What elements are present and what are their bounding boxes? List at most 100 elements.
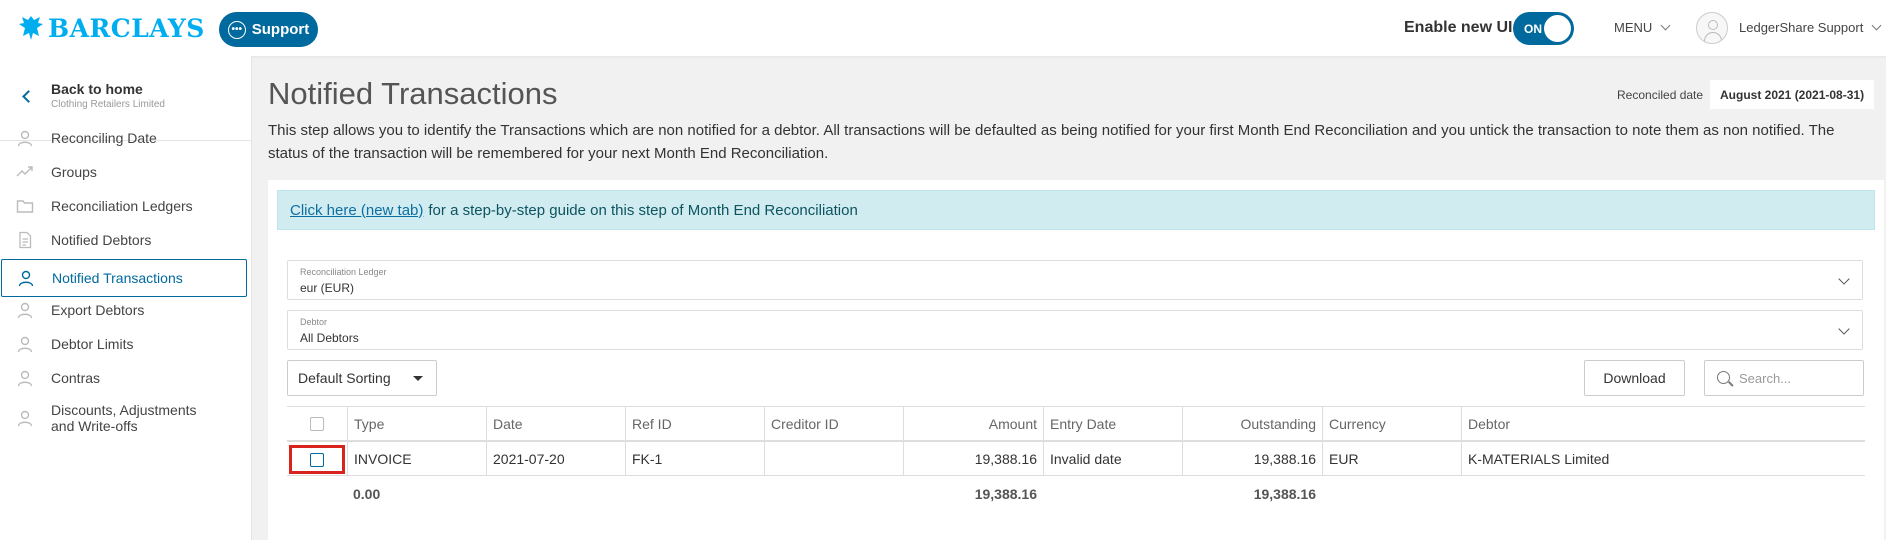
checkbox-highlight (289, 445, 345, 474)
select-all-checkbox[interactable] (310, 416, 324, 431)
cell-entry-date: Invalid date (1043, 442, 1182, 475)
sidebar-item-label: Debtor Limits (51, 336, 134, 352)
top-header: BARCLAYS ••• Support Enable new UI ON ME… (0, 0, 1886, 56)
search-input[interactable] (1739, 369, 1857, 387)
user-icon (18, 270, 34, 287)
caret-down-icon (413, 376, 423, 381)
column-header-amount[interactable]: Amount (903, 407, 1043, 440)
user-icon (17, 336, 33, 353)
chevron-left-icon (22, 90, 35, 103)
reconciled-date-value: August 2021 (2021-08-31) (1710, 80, 1875, 109)
sidebar-item-reconciling-date[interactable]: Reconciling Date (0, 119, 252, 157)
sidebar-item-label: Export Debtors (51, 302, 145, 318)
table-totals-row: 0.00 19,388.16 19,388.16 (287, 476, 1865, 512)
page-title: Notified Transactions (268, 76, 558, 111)
support-button[interactable]: ••• Support (219, 12, 318, 47)
folder-icon (16, 200, 34, 213)
cell-ref-id: FK-1 (625, 442, 764, 475)
cell-type: INVOICE (347, 442, 486, 475)
sidebar-item-groups[interactable]: Groups (0, 153, 252, 191)
sidebar-item-notified-debtors[interactable]: Notified Debtors (0, 221, 252, 259)
sidebar-item-reconciliation-ledgers[interactable]: Reconciliation Ledgers (0, 187, 252, 225)
user-name: LedgerShare Support (1739, 20, 1864, 35)
user-icon (17, 302, 33, 319)
debtor-select-value: All Debtors (300, 331, 359, 345)
support-label: Support (251, 21, 310, 38)
cell-debtor: K-MATERIALS Limited (1461, 442, 1865, 475)
cell-creditor-id (764, 442, 903, 475)
ledger-select-label: Reconciliation Ledger (300, 267, 387, 277)
ledger-select-value: eur (EUR) (300, 281, 355, 295)
table-header-row: Type Date Ref ID Creditor ID Amount Entr… (287, 406, 1865, 442)
sidebar-item-label: Groups (51, 164, 97, 180)
column-header-date[interactable]: Date (486, 407, 625, 440)
new-ui-toggle[interactable]: ON (1513, 12, 1574, 45)
download-button[interactable]: Download (1584, 360, 1685, 396)
cell-currency: EUR (1322, 442, 1461, 475)
sidebar-item-label: Discounts, Adjustments and Write-offs (51, 402, 197, 434)
enable-new-ui-label: Enable new UI (1404, 19, 1513, 36)
guide-link[interactable]: Click here (new tab) (290, 202, 423, 219)
column-header-debtor[interactable]: Debtor (1461, 407, 1865, 440)
column-header-entry-date[interactable]: Entry Date (1043, 407, 1182, 440)
transactions-card: Click here (new tab) for a step-by-step … (268, 180, 1884, 540)
sidebar-item-label: Notified Debtors (51, 232, 152, 248)
sidebar-item-label: Notified Transactions (52, 270, 183, 286)
menu-dropdown[interactable]: MENU (1614, 20, 1671, 35)
sorting-dropdown[interactable]: Default Sorting (287, 360, 437, 396)
column-header-currency[interactable]: Currency (1322, 407, 1461, 440)
sidebar-item-label: Reconciliation Ledgers (51, 198, 193, 214)
sidebar-item-label: Reconciling Date (51, 130, 157, 146)
user-icon (17, 370, 33, 387)
select-all-cell (287, 407, 347, 440)
trend-icon (16, 166, 33, 177)
guide-text: for a step-by-step guide on this step of… (428, 201, 858, 219)
row-select-cell (287, 442, 347, 475)
sidebar-item-label: Contras (51, 370, 101, 386)
toggle-state-label: ON (1524, 22, 1542, 36)
user-menu[interactable]: LedgerShare Support (1739, 20, 1882, 35)
chevron-down-icon (1871, 20, 1882, 31)
reconciled-date-label: Reconciled date (1617, 88, 1704, 102)
cell-amount: 19,388.16 (903, 442, 1043, 475)
sidebar-item-export-debtors[interactable]: Export Debtors (0, 291, 252, 329)
chat-icon: ••• (227, 20, 246, 39)
sidebar-item-discounts[interactable]: Discounts, Adjustments and Write-offs (0, 399, 252, 437)
debtor-select[interactable]: Debtor All Debtors (287, 310, 1863, 350)
column-header-creditor-id[interactable]: Creditor ID (764, 407, 903, 440)
search-icon (1717, 371, 1730, 384)
user-avatar-icon (1708, 20, 1718, 30)
barclays-logo[interactable]: BARCLAYS (18, 12, 205, 44)
guide-alert: Click here (new tab) for a step-by-step … (277, 190, 1875, 230)
eagle-icon (19, 16, 43, 40)
sidebar: Back to home Clothing Retailers Limited … (0, 56, 252, 540)
column-header-type[interactable]: Type (347, 407, 486, 440)
user-icon (17, 410, 33, 427)
chevron-down-icon (1838, 323, 1850, 335)
reconciliation-ledger-select[interactable]: Reconciliation Ledger eur (EUR) (287, 260, 1863, 300)
page-description: This step allows you to identify the Tra… (268, 122, 1835, 162)
sidebar-item-debtor-limits[interactable]: Debtor Limits (0, 325, 252, 363)
debtor-select-label: Debtor (300, 317, 328, 327)
row-checkbox[interactable] (310, 452, 324, 467)
table-row: INVOICE 2021-07-20 FK-1 19,388.16 Invali… (287, 442, 1865, 476)
chevron-down-icon (1838, 273, 1850, 285)
column-header-ref-id[interactable]: Ref ID (625, 407, 764, 440)
sorting-label: Default Sorting (298, 370, 391, 386)
cell-date: 2021-07-20 (486, 442, 625, 475)
column-header-outstanding[interactable]: Outstanding (1182, 407, 1322, 440)
toggle-knob (1544, 15, 1571, 42)
chevron-down-icon (1660, 20, 1671, 31)
back-title: Back to home (51, 81, 143, 97)
brand-name: BARCLAYS (48, 13, 205, 43)
total-amount: 19,388.16 (974, 486, 1037, 502)
total-outstanding: 19,388.16 (1253, 486, 1316, 502)
sidebar-item-contras[interactable]: Contras (0, 359, 252, 397)
menu-label: MENU (1614, 20, 1653, 35)
avatar[interactable] (1696, 12, 1728, 44)
document-icon (19, 231, 32, 249)
total-selected: 0.00 (353, 486, 381, 502)
company-name: Clothing Retailers Limited (51, 99, 165, 110)
cell-outstanding: 19,388.16 (1182, 442, 1322, 475)
search-box (1704, 360, 1864, 396)
